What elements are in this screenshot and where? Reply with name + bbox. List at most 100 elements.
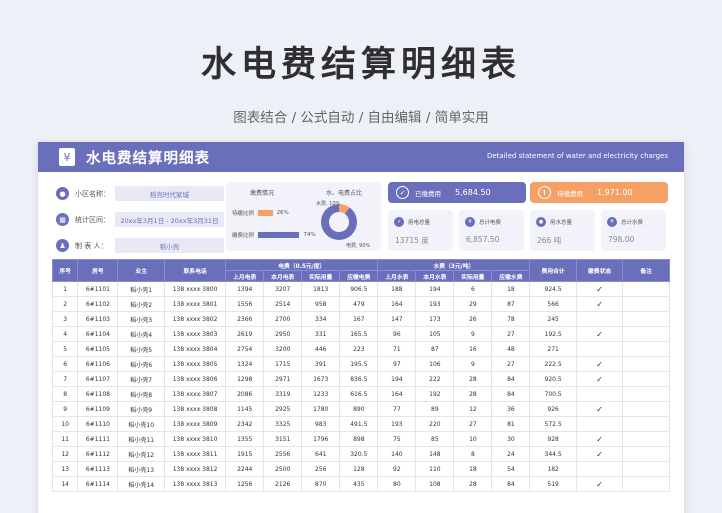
paid-status-cell[interactable]: ✓ bbox=[575, 356, 624, 372]
table-cell[interactable]: 81 bbox=[491, 416, 531, 432]
table-cell[interactable]: 稻小壳12 bbox=[117, 446, 165, 462]
table-cell[interactable]: 稻小壳3 bbox=[117, 311, 165, 327]
paid-status-cell[interactable]: ✓ bbox=[575, 326, 624, 342]
table-cell[interactable]: 71 bbox=[377, 341, 417, 357]
table-cell[interactable]: 983 bbox=[301, 416, 341, 432]
table-cell[interactable]: 12 bbox=[453, 401, 493, 417]
table-cell[interactable]: 16 bbox=[453, 341, 493, 357]
table-cell[interactable]: 14 bbox=[51, 476, 79, 492]
table-cell[interactable]: 1355 bbox=[225, 431, 265, 447]
table-cell[interactable]: 188 bbox=[377, 281, 417, 297]
table-cell[interactable]: 138 xxxx 3804 bbox=[163, 341, 227, 357]
table-cell[interactable] bbox=[622, 356, 670, 372]
table-cell[interactable]: 1256 bbox=[225, 476, 265, 492]
table-cell[interactable]: 3319 bbox=[263, 386, 303, 402]
paid-status-cell[interactable] bbox=[575, 461, 624, 477]
table-cell[interactable]: 928 bbox=[529, 431, 577, 447]
table-cell[interactable]: 256 bbox=[301, 461, 341, 477]
table-cell[interactable]: 641 bbox=[301, 446, 341, 462]
table-cell[interactable]: 320.5 bbox=[339, 446, 379, 462]
table-cell[interactable]: 84 bbox=[491, 371, 531, 387]
table-cell[interactable]: 77 bbox=[377, 401, 417, 417]
table-cell[interactable]: 10 bbox=[453, 431, 493, 447]
table-cell[interactable]: 173 bbox=[415, 311, 455, 327]
table-cell[interactable]: 106 bbox=[415, 356, 455, 372]
table-cell[interactable]: 稻小壳7 bbox=[117, 371, 165, 387]
table-cell[interactable] bbox=[622, 326, 670, 342]
table-cell[interactable]: 222 bbox=[415, 371, 455, 387]
table-cell[interactable]: 2925 bbox=[263, 401, 303, 417]
table-cell[interactable]: 27 bbox=[491, 356, 531, 372]
table-cell[interactable]: 2950 bbox=[263, 326, 303, 342]
table-cell[interactable]: 193 bbox=[377, 416, 417, 432]
table-cell[interactable]: 2126 bbox=[263, 476, 303, 492]
table-cell[interactable]: 138 xxxx 3808 bbox=[163, 401, 227, 417]
table-cell[interactable]: 3200 bbox=[263, 341, 303, 357]
paid-status-cell[interactable]: ✓ bbox=[575, 281, 624, 297]
table-cell[interactable]: 138 xxxx 3807 bbox=[163, 386, 227, 402]
table-cell[interactable]: 138 xxxx 3809 bbox=[163, 416, 227, 432]
table-cell[interactable]: 36 bbox=[491, 401, 531, 417]
table-cell[interactable]: 稻小壳8 bbox=[117, 386, 165, 402]
table-cell[interactable] bbox=[622, 311, 670, 327]
table-cell[interactable]: 48 bbox=[491, 341, 531, 357]
table-cell[interactable]: 479 bbox=[339, 296, 379, 312]
period-field[interactable]: 20xx年3月1日 - 20xx年3月31日 bbox=[115, 212, 224, 227]
table-cell[interactable]: 2 bbox=[51, 296, 79, 312]
table-cell[interactable]: 194 bbox=[377, 371, 417, 387]
table-cell[interactable]: 138 xxxx 3802 bbox=[163, 311, 227, 327]
table-cell[interactable]: 28 bbox=[453, 386, 493, 402]
table-cell[interactable]: 6#1113 bbox=[77, 461, 119, 477]
table-cell[interactable]: 75 bbox=[377, 431, 417, 447]
table-cell[interactable]: 700.5 bbox=[529, 386, 577, 402]
paid-status-cell[interactable]: ✓ bbox=[575, 401, 624, 417]
table-cell[interactable]: 138 xxxx 3811 bbox=[163, 446, 227, 462]
table-cell[interactable]: 27 bbox=[453, 416, 493, 432]
table-cell[interactable]: 12 bbox=[51, 446, 79, 462]
table-cell[interactable]: 29 bbox=[453, 296, 493, 312]
table-cell[interactable]: 6#1109 bbox=[77, 401, 119, 417]
table-cell[interactable]: 2971 bbox=[263, 371, 303, 387]
table-cell[interactable]: 8 bbox=[51, 386, 79, 402]
table-cell[interactable]: 28 bbox=[453, 476, 493, 492]
table-cell[interactable]: 18 bbox=[453, 461, 493, 477]
table-cell[interactable]: 2244 bbox=[225, 461, 265, 477]
table-cell[interactable]: 96 bbox=[377, 326, 417, 342]
table-cell[interactable]: 6#1111 bbox=[77, 431, 119, 447]
table-cell[interactable]: 334 bbox=[301, 311, 341, 327]
table-cell[interactable]: 2619 bbox=[225, 326, 265, 342]
table-cell[interactable]: 138 xxxx 3800 bbox=[163, 281, 227, 297]
table-cell[interactable]: 906.5 bbox=[339, 281, 379, 297]
table-cell[interactable]: 1394 bbox=[225, 281, 265, 297]
table-cell[interactable]: 3151 bbox=[263, 431, 303, 447]
table-cell[interactable]: 616.5 bbox=[339, 386, 379, 402]
table-cell[interactable]: 193 bbox=[415, 296, 455, 312]
table-cell[interactable]: 138 xxxx 3806 bbox=[163, 371, 227, 387]
table-cell[interactable] bbox=[622, 416, 670, 432]
table-cell[interactable]: 1780 bbox=[301, 401, 341, 417]
table-cell[interactable] bbox=[622, 476, 670, 492]
table-cell[interactable]: 195.5 bbox=[339, 356, 379, 372]
table-cell[interactable]: 9 bbox=[51, 401, 79, 417]
paid-status-cell[interactable] bbox=[575, 386, 624, 402]
table-cell[interactable]: 1813 bbox=[301, 281, 341, 297]
table-cell[interactable]: 稻小壳9 bbox=[117, 401, 165, 417]
table-cell[interactable]: 3325 bbox=[263, 416, 303, 432]
table-cell[interactable]: 870 bbox=[301, 476, 341, 492]
table-cell[interactable]: 6#1114 bbox=[77, 476, 119, 492]
table-cell[interactable]: 30 bbox=[491, 431, 531, 447]
table-cell[interactable]: 138 xxxx 3812 bbox=[163, 461, 227, 477]
table-cell[interactable]: 84 bbox=[491, 476, 531, 492]
table-cell[interactable]: 446 bbox=[301, 341, 341, 357]
table-cell[interactable]: 6#1104 bbox=[77, 326, 119, 342]
paid-status-cell[interactable]: ✓ bbox=[575, 371, 624, 387]
table-cell[interactable]: 6#1102 bbox=[77, 296, 119, 312]
table-cell[interactable]: 182 bbox=[529, 461, 577, 477]
table-cell[interactable]: 13 bbox=[51, 461, 79, 477]
table-cell[interactable]: 194 bbox=[415, 281, 455, 297]
table-cell[interactable]: 1 bbox=[51, 281, 79, 297]
table-cell[interactable]: 2754 bbox=[225, 341, 265, 357]
table-cell[interactable] bbox=[622, 371, 670, 387]
table-cell[interactable]: 1556 bbox=[225, 296, 265, 312]
table-cell[interactable]: 6#1106 bbox=[77, 356, 119, 372]
